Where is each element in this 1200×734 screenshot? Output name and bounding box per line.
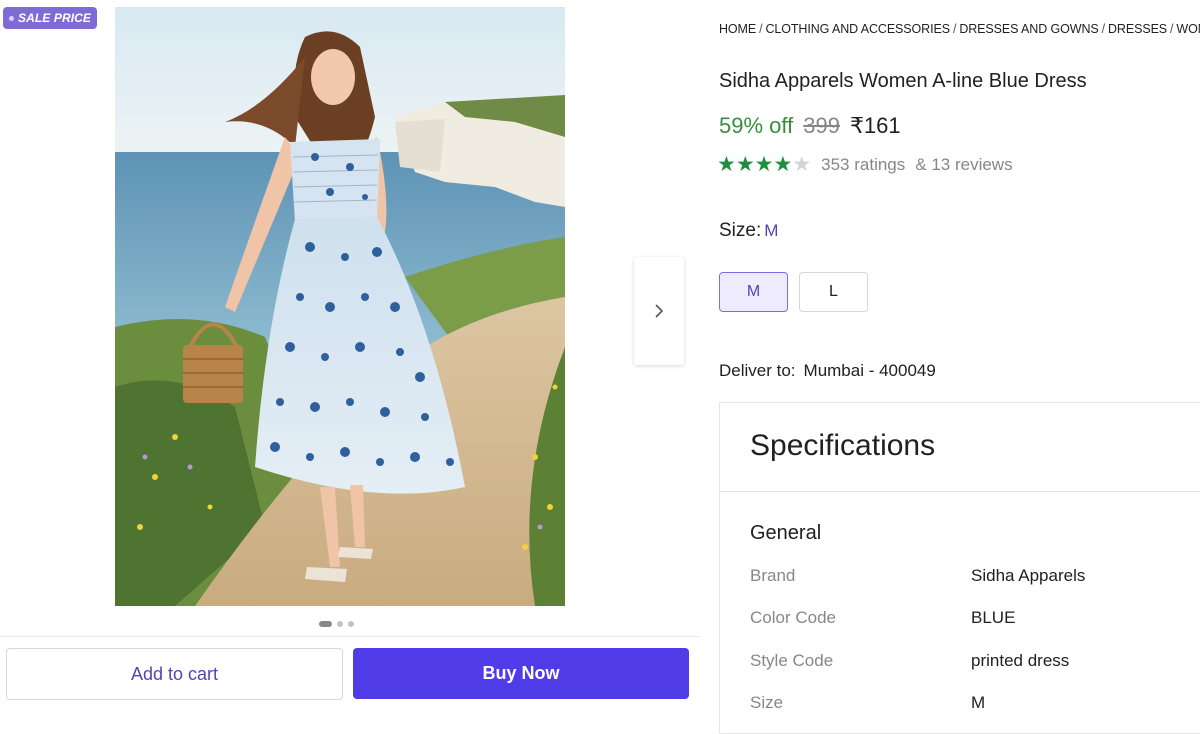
reviews-count: & 13 reviews xyxy=(915,154,1013,174)
breadcrumb-link[interactable]: HOME xyxy=(719,22,756,36)
star-icon: ★ xyxy=(754,153,774,176)
star-icon: ★ xyxy=(717,153,736,176)
buy-now-button[interactable]: Buy Now xyxy=(353,648,689,699)
product-image[interactable] xyxy=(115,7,565,606)
spec-value: Sidha Apparels xyxy=(971,566,1086,585)
rating-stars: ★ ★ ★ ★ ★ xyxy=(717,154,811,175)
chevron-right-icon xyxy=(655,304,664,318)
size-heading: Size: M xyxy=(719,220,778,242)
spec-key: Size xyxy=(750,693,784,712)
specifications-title: Specifications xyxy=(750,429,936,462)
sale-price-label: SALE PRICE xyxy=(18,11,92,25)
size-label: Size: xyxy=(719,220,762,241)
delivery-location[interactable]: Deliver to: Mumbai - 400049 xyxy=(719,361,936,381)
carousel-indicator xyxy=(319,621,354,627)
ratings-count: 353 ratings xyxy=(821,154,906,174)
size-option-m[interactable]: M xyxy=(719,272,788,312)
star-icon: ★ xyxy=(735,153,755,176)
spec-key: Style Code xyxy=(750,651,834,670)
carousel-dot[interactable] xyxy=(337,621,343,627)
breadcrumb-link[interactable]: CLOTHING AND ACCESSORIES xyxy=(765,22,950,36)
specifications-card: Specifications General Brand Sidha Appar… xyxy=(719,402,1200,734)
add-to-cart-button[interactable]: Add to cart xyxy=(6,648,343,700)
selected-size: M xyxy=(764,221,779,240)
carousel-dot[interactable] xyxy=(348,621,354,627)
spec-key: Color Code xyxy=(750,608,836,627)
spec-section-general: General xyxy=(750,522,822,544)
spec-value: BLUE xyxy=(971,608,1016,627)
purchase-action-bar: Add to cart Buy Now xyxy=(0,636,700,713)
badge-dot-icon xyxy=(9,15,14,21)
breadcrumb-link[interactable]: WOMEN'S DRESSES xyxy=(1176,22,1200,36)
breadcrumb: HOME / CLOTHING AND ACCESSORIES / DRESSES AN… xyxy=(719,22,1200,36)
delivery-pincode: Mumbai - 400049 xyxy=(803,361,936,380)
product-title: Sidha Apparels Women A-line Blue Dress xyxy=(719,70,1087,92)
price-row: 59% off 399 ₹161 xyxy=(719,113,901,139)
breadcrumb-link[interactable]: DRESSES xyxy=(1108,22,1167,36)
divider xyxy=(720,491,1200,492)
spec-value: printed dress xyxy=(971,651,1070,670)
breadcrumb-link[interactable]: DRESSES AND GOWNS xyxy=(959,22,1098,36)
size-option-l[interactable]: L xyxy=(799,272,868,312)
selling-price: ₹161 xyxy=(849,113,901,138)
carousel-dot-active[interactable] xyxy=(319,621,332,627)
spec-key: Brand xyxy=(750,566,796,585)
discount-percent: 59% off xyxy=(719,113,794,138)
star-empty-icon: ★ xyxy=(792,153,812,176)
rating-summary[interactable]: ★ ★ ★ ★ ★ 353 ratings & 13 reviews xyxy=(717,154,1013,175)
sale-price-badge: SALE PRICE xyxy=(3,7,98,29)
star-icon: ★ xyxy=(773,153,793,176)
deliver-to-label: Deliver to: xyxy=(719,361,796,380)
product-photo-illustration xyxy=(115,7,565,606)
spec-value: M xyxy=(971,693,986,712)
original-price: 399 xyxy=(803,113,840,138)
next-image-button[interactable] xyxy=(634,257,684,365)
